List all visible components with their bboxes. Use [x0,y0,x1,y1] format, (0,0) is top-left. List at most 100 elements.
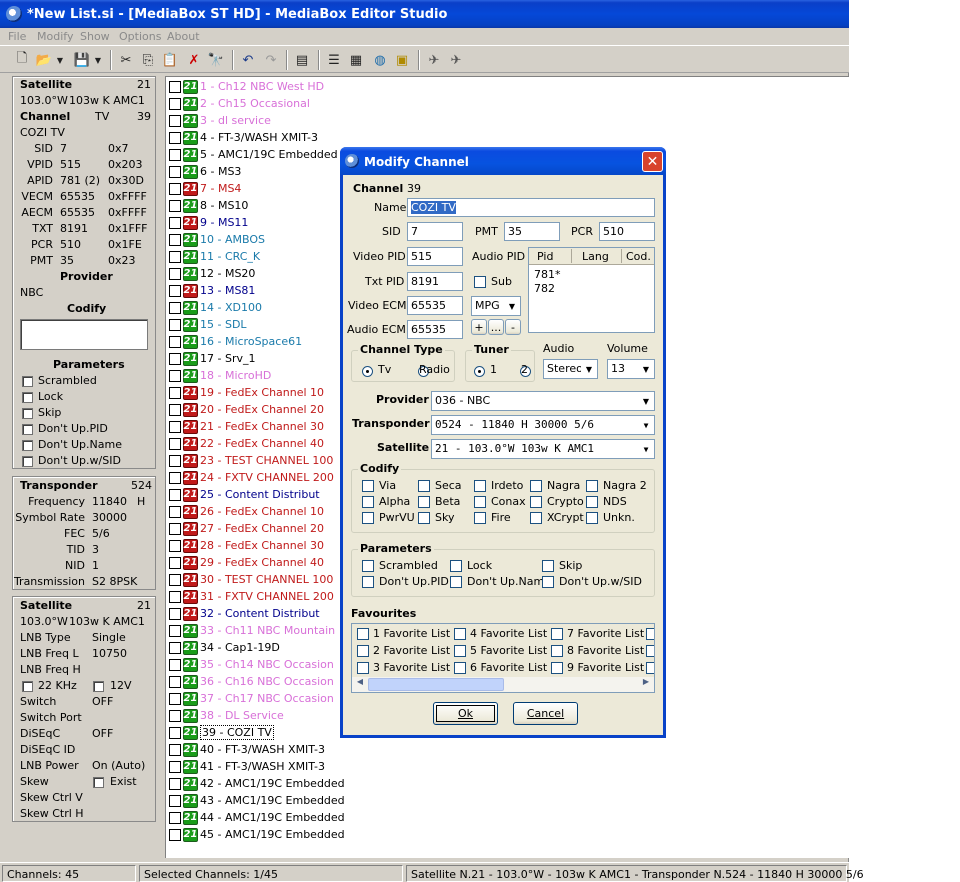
favorite-checkbox[interactable] [454,628,466,640]
row-checkbox[interactable] [169,743,181,756]
parameter-checkbox[interactable] [542,576,554,588]
menu-show[interactable]: Show [80,30,110,43]
list-item[interactable]: 21 14 - XD100 [169,299,262,316]
row-checkbox[interactable] [169,658,181,671]
favorite-checkbox[interactable] [551,645,563,657]
list-view-icon[interactable]: ☰ [324,50,344,70]
list-item[interactable]: 21 1 - Ch12 NBC West HD [169,78,324,95]
row-checkbox[interactable] [169,675,181,688]
pmt-field[interactable]: 35 [504,222,560,241]
save-icon[interactable]: 💾 [72,50,92,70]
row-checkbox[interactable] [169,590,181,603]
row-checkbox[interactable] [169,318,181,331]
satellite-select[interactable]: 21 - 103.0°W 103w K AMC1 ▼ [431,439,655,459]
favorite-checkbox[interactable] [454,645,466,657]
find-icon[interactable]: 🔭 [206,50,226,70]
audio-pid-table[interactable]: Pid Lang Cod. 781* 782 [528,247,655,333]
list-item[interactable]: 21 32 - Content Distribut [169,605,320,622]
chevron-down-icon[interactable]: ▼ [504,297,520,315]
row-checkbox[interactable] [169,369,181,382]
satellite-dish-icon[interactable]: ✈ [446,50,466,70]
add-pid-button[interactable]: + [471,319,487,335]
codify-checkbox[interactable] [418,512,430,524]
globe-icon[interactable]: ◍ [370,50,390,70]
row-checkbox[interactable] [169,148,181,161]
codify-checkbox[interactable] [474,512,486,524]
undo-icon[interactable]: ↶ [238,50,258,70]
codify-checkbox[interactable] [362,512,374,524]
row-checkbox[interactable] [169,97,181,110]
list-item[interactable]: 21 18 - MicroHD [169,367,271,384]
row-checkbox[interactable] [169,131,181,144]
12v-checkbox[interactable] [93,681,104,692]
codify-checkbox[interactable] [530,496,542,508]
codify-checkbox[interactable] [530,480,542,492]
param-checkbox[interactable] [22,440,33,451]
horizontal-scrollbar[interactable]: ◀ ▶ [352,677,654,692]
list-item[interactable]: 21 4 - FT-3/WASH XMIT-3 [169,129,318,146]
pcr-field[interactable]: 510 [599,222,655,241]
cut-icon[interactable]: ✂ [116,50,136,70]
row-checkbox[interactable] [169,488,181,501]
menu-options[interactable]: Options [119,30,161,43]
row-checkbox[interactable] [169,539,181,552]
list-item[interactable]: 21 44 - AMC1/19C Embedded [169,809,345,826]
row-checkbox[interactable] [169,607,181,620]
list-item[interactable]: 21 16 - MicroSpace61 [169,333,302,350]
row-checkbox[interactable] [169,267,181,280]
row-checkbox[interactable] [169,454,181,467]
codify-checkbox[interactable] [586,480,598,492]
row-checkbox[interactable] [169,165,181,178]
favorite-checkbox[interactable] [357,662,369,674]
list-item[interactable]: 21 23 - TEST CHANNEL 100 [169,452,333,469]
row-checkbox[interactable] [169,335,181,348]
row-checkbox[interactable] [169,233,181,246]
list-item[interactable]: 21 43 - AMC1/19C Embedded [169,792,345,809]
volume-select[interactable]: 13 ▼ [607,359,655,379]
row-checkbox[interactable] [169,573,181,586]
menu-about[interactable]: About [167,30,200,43]
audio-pid-row[interactable]: 781* [534,268,561,281]
list-item[interactable]: 21 33 - Ch11 NBC Mountain [169,622,335,639]
scroll-right-icon[interactable]: ▶ [639,677,653,692]
audio-ecm-field[interactable]: 65535 [407,320,463,339]
codify-checkbox[interactable] [362,480,374,492]
list-item[interactable]: 21 5 - AMC1/19C Embedded [169,146,338,163]
remove-pid-button[interactable]: - [505,319,521,335]
redo-icon[interactable]: ↷ [261,50,281,70]
favorite-checkbox[interactable] [454,662,466,674]
list-item[interactable]: 21 41 - FT-3/WASH XMIT-3 [169,758,325,775]
delete-icon[interactable]: ✗ [184,50,204,70]
list-item[interactable]: 21 28 - FedEx Channel 30 [169,537,324,554]
favorite-checkbox[interactable] [357,628,369,640]
dropdown-arrow-icon[interactable]: ▼ [92,50,104,70]
list-item[interactable]: 21 25 - Content Distribut [169,486,320,503]
row-checkbox[interactable] [169,505,181,518]
favorite-checkbox[interactable] [551,628,563,640]
row-checkbox[interactable] [169,420,181,433]
list-item[interactable]: 21 20 - FedEx Channel 20 [169,401,324,418]
favorite-checkbox[interactable] [646,645,654,657]
provider-select[interactable]: 036 - NBC ▼ [431,391,655,411]
param-checkbox[interactable] [22,408,33,419]
favorite-checkbox[interactable] [646,628,654,640]
codify-checkbox[interactable] [474,496,486,508]
list-item[interactable]: 21 9 - MS11 [169,214,248,231]
codify-checkbox[interactable] [362,496,374,508]
list-item[interactable]: 21 36 - Ch16 NBC Occasion [169,673,334,690]
list-item[interactable]: 21 42 - AMC1/19C Embedded [169,775,345,792]
audio-select[interactable]: Stereo ▼ [543,359,598,379]
list-item[interactable]: 21 15 - SDL [169,316,247,333]
param-checkbox[interactable] [22,424,33,435]
row-checkbox[interactable] [169,250,181,263]
name-field[interactable]: COZI TV [407,198,655,217]
folder-star-icon[interactable]: ▣ [392,50,412,70]
parameter-checkbox[interactable] [450,560,462,572]
list-item[interactable]: 21 27 - FedEx Channel 20 [169,520,324,537]
row-checkbox[interactable] [169,760,181,773]
list-item[interactable]: 21 12 - MS20 [169,265,255,282]
ok-button[interactable]: Ok [433,702,498,725]
list-item[interactable]: 21 34 - Cap1-19D [169,639,280,656]
list-item[interactable]: 21 38 - DL Service [169,707,284,724]
close-icon[interactable]: ✕ [642,151,663,172]
